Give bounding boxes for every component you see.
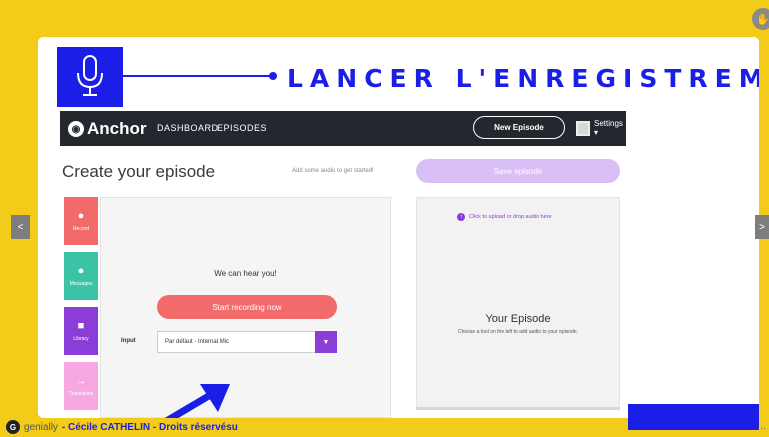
anchor-logo-text: Anchor (87, 119, 147, 138)
genially-logo-icon[interactable]: G (6, 420, 20, 434)
tool-messages[interactable]: ● Messages (64, 252, 98, 300)
upload-icon: ↑ (457, 213, 465, 221)
footer-credit: - Cécile CATHELIN - Droits réservésu (61, 421, 238, 433)
decorative-blue-bar (628, 404, 759, 430)
hear-status: We can hear you! (214, 269, 277, 278)
episode-panel-bottom (416, 407, 620, 410)
tool-record[interactable]: ● Record (64, 197, 98, 245)
slide-canvas: LANCER L'ENREGISTREMENT ◉ Anchor DASHBOA… (38, 37, 759, 418)
title-connector-line (123, 75, 273, 77)
more-options-icon[interactable]: ··· (757, 423, 766, 433)
anchor-logo[interactable]: ◉ Anchor (68, 119, 147, 139)
arrow-icon: → (75, 375, 87, 387)
tool-label: Messages (69, 281, 93, 287)
input-label: Input (121, 338, 136, 344)
nav-episodes[interactable]: EPISODES (217, 123, 267, 133)
page-title: Create your episode (62, 162, 216, 181)
anchor-topbar: ◉ Anchor DASHBOARD EPISODES New Episode … (60, 111, 626, 146)
footer-brand[interactable]: genially (24, 422, 58, 433)
previous-slide-button[interactable]: < (11, 215, 30, 239)
record-panel: We can hear you! Start recording now Inp… (100, 197, 391, 418)
message-icon: ● (77, 265, 85, 277)
mic-icon: ● (77, 210, 85, 222)
tool-label: Transitions (68, 391, 94, 397)
settings-menu[interactable]: Settings ▾ (576, 119, 626, 137)
get-started-hint: Add some audio to get started! (292, 168, 374, 174)
footer: G genially - Cécile CATHELIN - Droits ré… (6, 420, 238, 434)
tool-transitions[interactable]: → Transitions (64, 362, 98, 410)
episode-panel: ↑ Click to upload or drop audio here You… (416, 197, 620, 410)
input-select[interactable]: Par défaut - Internal Mic (157, 331, 317, 353)
pointer-arrow-icon (164, 384, 230, 418)
folder-icon: ■ (77, 320, 85, 332)
upload-text: Click to upload or drop audio here (469, 214, 552, 220)
slide-title: LANCER L'ENREGISTREMENT (287, 64, 759, 93)
tool-sidebar: ● Record ● Messages ■ Library → Transiti… (64, 197, 100, 418)
tool-library[interactable]: ■ Library (64, 307, 98, 355)
microphone-icon (57, 47, 123, 107)
start-recording-button[interactable]: Start recording now (157, 295, 337, 319)
new-episode-button[interactable]: New Episode (473, 116, 565, 139)
save-episode-button[interactable]: Save episode (416, 159, 620, 183)
chevron-down-icon[interactable]: ▼ (315, 331, 337, 353)
episode-title: Your Episode (485, 313, 551, 325)
upload-link[interactable]: ↑ Click to upload or drop audio here (457, 213, 552, 221)
anchor-logo-icon: ◉ (68, 121, 84, 137)
tool-label: Library (73, 336, 89, 342)
avatar (576, 120, 591, 136)
hand-icon[interactable]: ✋ (752, 8, 769, 30)
episode-hint: Choose a tool on the left to add audio t… (457, 329, 579, 335)
title-connector-dot (269, 72, 277, 80)
settings-label: Settings ▾ (594, 119, 623, 137)
tool-label: Record (72, 226, 90, 232)
next-slide-button[interactable]: > (755, 215, 769, 239)
nav-dashboard[interactable]: DASHBOARD (157, 123, 219, 133)
